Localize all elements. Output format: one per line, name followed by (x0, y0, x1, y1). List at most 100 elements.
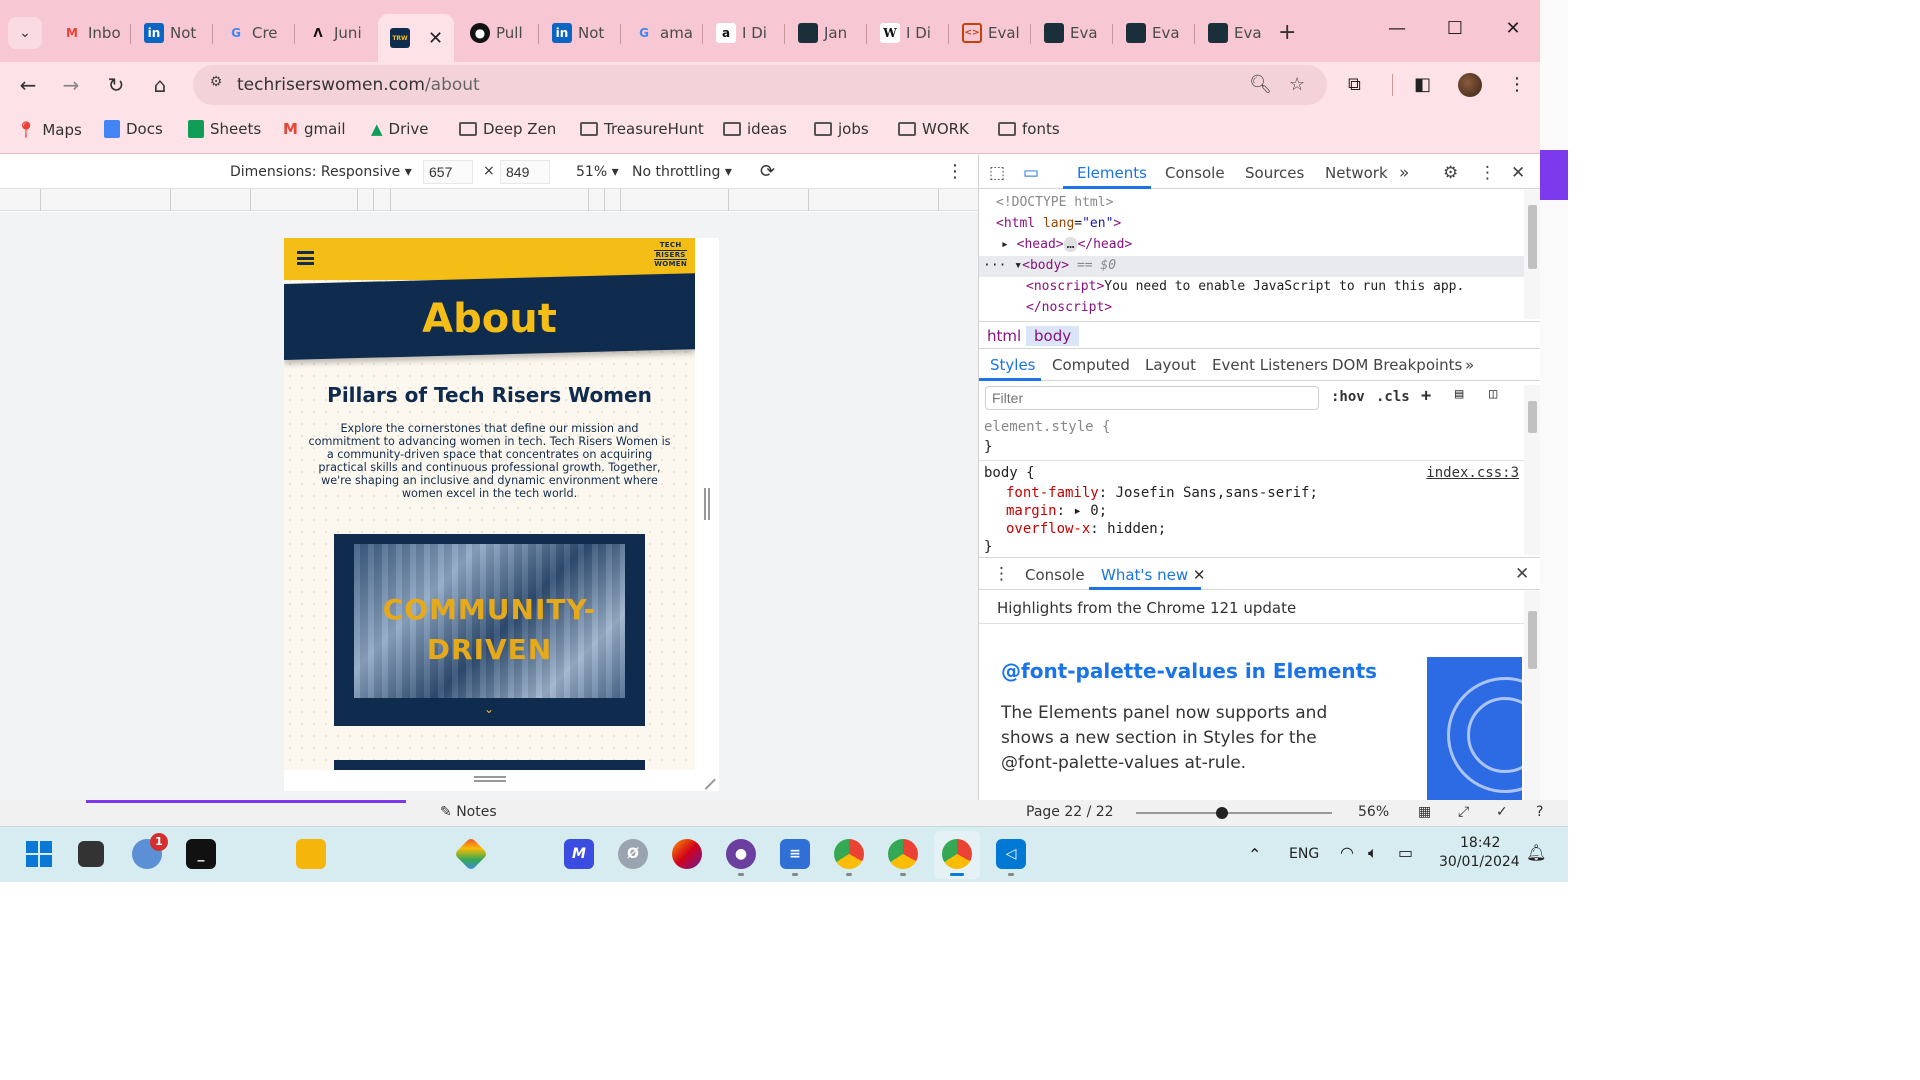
width-input[interactable] (423, 160, 473, 184)
avatar[interactable] (1458, 73, 1482, 97)
zoom-select[interactable]: 51% ▾ (576, 164, 619, 180)
url-text[interactable]: techriserswomen.com/about (237, 75, 480, 95)
body-rule-selector[interactable]: body { (984, 465, 1035, 481)
extensions-icon[interactable]: ⧉ (1348, 74, 1361, 95)
bookmark-sheets[interactable]: Sheets (188, 120, 261, 138)
check-icon[interactable]: ✓ (1496, 804, 1508, 820)
pillar-card-community[interactable]: COMMUNITY- DRIVEN ⌄ (334, 534, 645, 726)
stylesheet-link[interactable]: index.css:3 (1426, 465, 1519, 481)
file-explorer-icon[interactable] (296, 839, 326, 869)
bookmark-ideas[interactable]: ideas (723, 120, 787, 138)
battery-icon[interactable]: ▭ (1398, 843, 1413, 862)
bookmark-work[interactable]: WORK (898, 120, 969, 138)
tab-linkedin[interactable]: in Not (132, 20, 210, 46)
devtools-kebab-icon[interactable]: ⋮ (1479, 163, 1496, 183)
tab-github[interactable]: ● Pull (458, 20, 536, 46)
clock-date[interactable]: 30/01/2024 (1439, 854, 1520, 870)
firefox-icon[interactable] (672, 839, 702, 869)
site-info-icon[interactable]: ⚙ (205, 74, 227, 96)
hov-toggle[interactable]: :hov (1331, 389, 1365, 405)
noscript-node[interactable]: <noscript>You need to enable JavaScript … (1026, 279, 1464, 294)
reload-button[interactable]: ↻ (102, 72, 130, 98)
breadcrumb-html[interactable]: html (979, 326, 1029, 346)
clock-time[interactable]: 18:42 (1460, 835, 1500, 851)
grid-view-icon[interactable]: ▦ (1418, 804, 1431, 820)
body-node[interactable]: ··· ▾<body> == $0 (983, 258, 1116, 273)
bookmark-docs[interactable]: Docs (104, 120, 163, 138)
hamburger-menu-icon[interactable] (297, 251, 314, 265)
tab-amazon[interactable]: a I Di (704, 20, 782, 46)
bookmark-gmail[interactable]: Mgmail (283, 120, 346, 138)
css-prop-font-family[interactable]: font-family: Josefin Sans,sans-serif; (1006, 485, 1318, 501)
resize-handle-bottom[interactable] (474, 776, 506, 782)
tab-computed[interactable]: Computed (1052, 356, 1130, 374)
paint-icon[interactable]: ▤ (1455, 386, 1463, 402)
vscode-icon[interactable]: ◁ (996, 839, 1026, 869)
settings-gear-icon[interactable]: ⚙ (1443, 163, 1458, 183)
fullscreen-icon[interactable]: ⤢ (1458, 804, 1469, 820)
toggle-sidebar-icon[interactable]: ◫ (1489, 386, 1497, 402)
back-button[interactable]: ← (14, 72, 42, 98)
help-icon[interactable]: ? (1536, 804, 1543, 820)
tab-console[interactable]: Console (1165, 164, 1225, 182)
tab-eva-3[interactable]: Eva (1196, 20, 1274, 46)
task-view-icon[interactable] (78, 841, 104, 867)
pillar-card-next[interactable] (334, 760, 645, 770)
resize-handle-corner[interactable] (696, 770, 716, 790)
bookmark-treasurehunt[interactable]: TreasureHunt (580, 120, 704, 138)
github-desktop-icon[interactable]: ● (726, 839, 756, 869)
tab-eva-1[interactable]: Eva (1032, 20, 1110, 46)
tab-elements[interactable]: Elements (1077, 164, 1147, 182)
new-style-rule-icon[interactable]: + (1421, 386, 1431, 406)
tab-gmail[interactable]: M Inbo (50, 20, 128, 46)
tab-dom-breakpoints[interactable]: DOM Breakpoints (1332, 356, 1462, 374)
device-options-kebab-icon[interactable]: ⋮ (946, 161, 964, 182)
breadcrumb-body[interactable]: body (1026, 326, 1080, 346)
tab-styles[interactable]: Styles (990, 356, 1036, 374)
tab-network[interactable]: Network (1325, 164, 1388, 182)
tab-tech-risers-active[interactable]: TRW ✕ (378, 14, 454, 62)
inspect-element-icon[interactable]: ⬚ (989, 163, 1005, 183)
more-style-tabs-icon[interactable]: » (1465, 356, 1474, 374)
tab-google[interactable]: G Cre (214, 20, 292, 46)
cls-toggle[interactable]: .cls (1376, 389, 1410, 405)
chrome-profile-1-icon[interactable] (834, 839, 864, 869)
tab-layout[interactable]: Layout (1145, 356, 1196, 374)
whats-new-scrollbar[interactable] (1524, 591, 1540, 800)
html-node[interactable]: <html lang="en"> (996, 216, 1121, 231)
feature-title-link[interactable]: @font-palette-values in Elements (1001, 659, 1377, 683)
dom-tree[interactable]: <!DOCTYPE html> <html lang="en"> ▸ <head… (979, 189, 1540, 319)
bookmark-maps[interactable]: 📍︎ Maps (16, 120, 82, 139)
start-windows-icon[interactable] (24, 839, 54, 869)
throttling-select[interactable]: No throttling ▾ (632, 164, 732, 180)
app-m-icon[interactable]: M (564, 839, 594, 869)
app-diamond-icon[interactable] (454, 837, 488, 871)
rotate-icon[interactable]: ⟳ (760, 161, 775, 182)
close-devtools-icon[interactable]: ✕ (1511, 163, 1525, 183)
bookmark-star-icon[interactable]: ☆ (1289, 74, 1305, 95)
maximize-button[interactable]: ☐ (1432, 18, 1478, 39)
more-tabs-icon[interactable]: » (1399, 163, 1409, 183)
side-panel-icon[interactable]: ◧ (1414, 74, 1431, 95)
tab-wikipedia[interactable]: W I Di (868, 20, 946, 46)
tab-search-button[interactable]: ⌄ (8, 17, 42, 49)
chevron-down-icon[interactable]: ⌄ (484, 702, 494, 716)
drawer-kebab-icon[interactable]: ⋮ (993, 564, 1010, 584)
element-style-rule[interactable]: element.style { (984, 419, 1110, 435)
tab-jan[interactable]: Jan (786, 20, 864, 46)
tray-overflow-icon[interactable]: ⌃ (1248, 845, 1261, 864)
notification-bell-icon[interactable]: 🔔︎ (1526, 843, 1546, 862)
device-toggle-icon[interactable]: ▭ (1023, 163, 1039, 183)
close-window-button[interactable]: ✕ (1490, 18, 1536, 39)
chrome-active-icon[interactable] (942, 839, 972, 869)
language-indicator[interactable]: ENG (1289, 846, 1319, 862)
dimensions-select[interactable]: Dimensions: Responsive ▾ (230, 164, 412, 180)
styles-scrollbar[interactable] (1524, 385, 1540, 555)
zoom-slider-thumb[interactable] (1216, 807, 1228, 819)
drawer-tab-whats-new[interactable]: What's new ✕ (1101, 566, 1205, 584)
bookmark-drive[interactable]: ▲ Drive (371, 120, 429, 138)
media-query-ruler[interactable] (0, 189, 978, 211)
tab-sources[interactable]: Sources (1245, 164, 1304, 182)
bookmark-jobs[interactable]: jobs (814, 120, 869, 138)
css-prop-margin[interactable]: margin: ▸ 0; (1006, 503, 1107, 519)
